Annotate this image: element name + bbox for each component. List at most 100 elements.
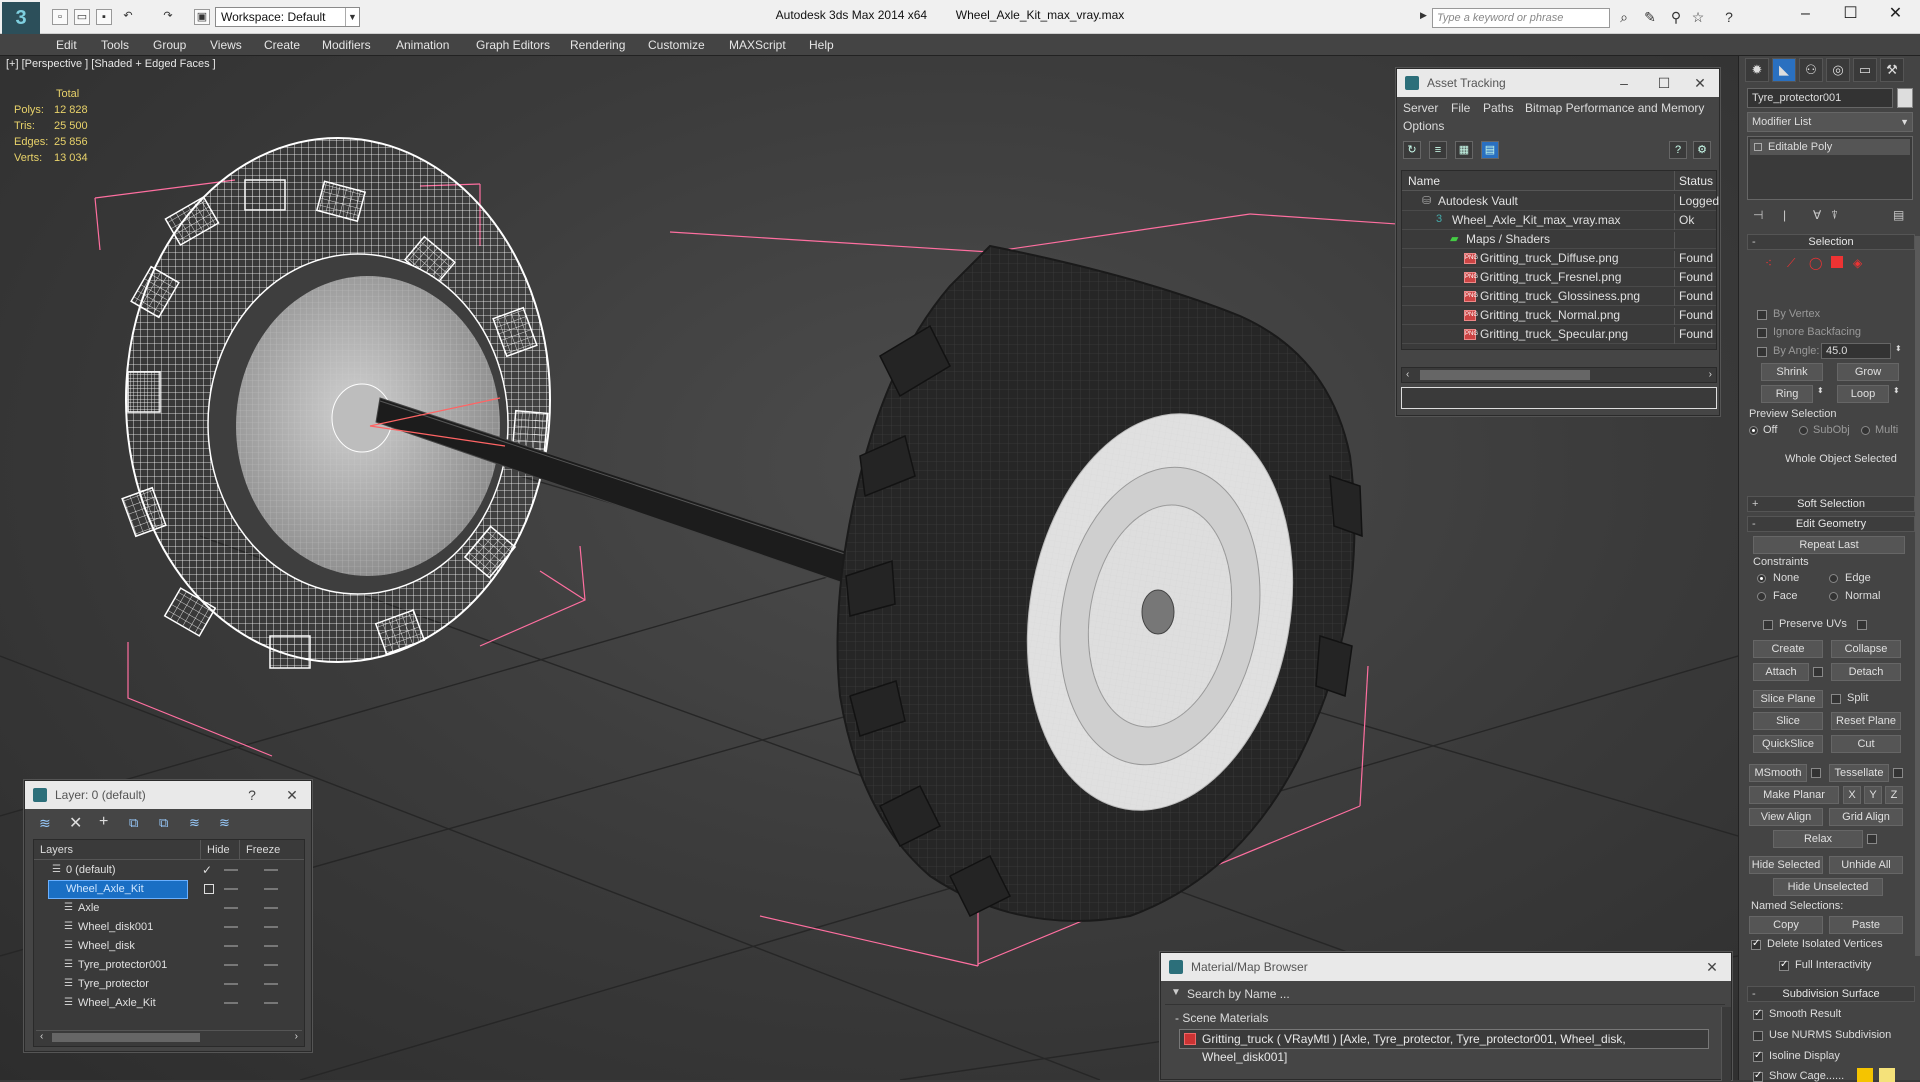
menu-options[interactable]: Options [1403, 119, 1444, 133]
modifier-list-dropdown[interactable]: Modifier List ▼ [1747, 112, 1913, 132]
spinner-arrows-icon[interactable]: ⬍ [1895, 344, 1902, 353]
viewport-label[interactable]: [+] [Perspective ] [Shaded + Edged Faces… [6, 58, 216, 70]
isoline-display-checkbox[interactable] [1753, 1050, 1763, 1062]
relax-button[interactable]: Relax [1773, 830, 1863, 848]
help-icon[interactable]: ? [1720, 9, 1738, 25]
by-vertex-checkbox[interactable] [1757, 310, 1767, 320]
freeze-toggle[interactable] [264, 945, 278, 947]
close-button[interactable]: ✕ [277, 781, 307, 809]
active-layer-check-icon[interactable]: ✓ [202, 863, 212, 877]
communication-icon[interactable]: ⚲ [1667, 9, 1685, 25]
layer-row[interactable]: ☰ 0 (default) ✓ [34, 861, 304, 880]
menu-views[interactable]: Views [210, 34, 242, 56]
stack-item-editable-poly[interactable]: Editable Poly [1750, 139, 1910, 155]
save-icon[interactable]: ▪ [96, 9, 112, 25]
hide-selected-button[interactable]: Hide Selected [1749, 856, 1823, 874]
hide-all-icon[interactable]: ≋ [189, 815, 200, 831]
menu-rendering[interactable]: Rendering [570, 34, 625, 56]
binoculars-icon[interactable]: ⌕ [1615, 9, 1633, 25]
full-interactivity-checkbox[interactable] [1779, 959, 1789, 971]
paste-button[interactable]: Paste [1829, 916, 1903, 934]
planar-x-button[interactable]: X [1843, 786, 1861, 804]
scroll-right-icon[interactable]: › [295, 1031, 298, 1042]
delete-layer-icon[interactable]: ✕ [69, 813, 82, 833]
motion-tab-icon[interactable]: ◎ [1826, 58, 1850, 82]
scroll-thumb[interactable] [1420, 370, 1590, 380]
chevron-down-icon[interactable]: ▼ [1171, 987, 1181, 998]
menu-edit[interactable]: Edit [56, 34, 77, 56]
hide-toggle[interactable] [224, 983, 238, 985]
show-cage-checkbox[interactable] [1753, 1070, 1763, 1082]
scene-materials-group[interactable]: - Scene Materials [1165, 1009, 1715, 1027]
minimize-button[interactable]: – [1609, 69, 1639, 97]
smooth-result-checkbox[interactable] [1753, 1008, 1763, 1020]
preview-off-radio[interactable] [1749, 426, 1758, 435]
project-folder-icon[interactable]: ▣ [194, 9, 210, 25]
maximize-button[interactable]: ☐ [1828, 0, 1873, 30]
freeze-toggle[interactable] [264, 964, 278, 966]
scroll-left-icon[interactable]: ‹ [40, 1031, 43, 1042]
menu-maxscript[interactable]: MAXScript [729, 34, 786, 56]
border-icon[interactable]: ◯ [1809, 256, 1822, 270]
asset-row[interactable]: ⛁ Autodesk Vault Logged [1402, 192, 1719, 211]
create-button[interactable]: Create [1753, 640, 1823, 658]
close-button[interactable]: ✕ [1873, 0, 1918, 30]
asset-row[interactable]: PNG Gritting_truck_Glossiness.png Found [1402, 287, 1716, 306]
help-icon[interactable]: ? [237, 781, 267, 809]
layer-row[interactable]: ☰ Tyre_protector001 [34, 956, 304, 975]
layer-row[interactable]: ☰ Wheel_Axle_Kit [34, 994, 304, 1013]
collapse-button[interactable]: Collapse [1831, 640, 1901, 658]
favorites-star-icon[interactable]: ☆ [1689, 9, 1707, 25]
horizontal-scrollbar[interactable]: ‹ › [36, 1030, 302, 1044]
undo-icon[interactable]: ↶ [120, 9, 136, 25]
tessellate-settings-icon[interactable] [1893, 768, 1903, 778]
reset-plane-button[interactable]: Reset Plane [1831, 712, 1901, 730]
layer-titlebar[interactable]: Layer: 0 (default) ? ✕ [25, 781, 311, 809]
edge-icon[interactable]: ⟋ [1787, 256, 1795, 271]
workspace-dropdown[interactable]: Workspace: Default ▼ [215, 7, 360, 27]
column-hide[interactable]: Hide [200, 840, 230, 860]
element-icon[interactable]: ◈ [1853, 256, 1862, 270]
configure-modifier-sets-icon[interactable]: ▤ [1893, 208, 1904, 222]
ignore-backfacing-checkbox[interactable] [1757, 328, 1767, 338]
menu-customize[interactable]: Customize [648, 34, 705, 56]
menu-tools[interactable]: Tools [101, 34, 129, 56]
expand-icon[interactable] [1754, 143, 1762, 151]
column-layers[interactable]: Layers [40, 844, 73, 856]
material-browser-titlebar[interactable]: Material/Map Browser ✕ [1161, 953, 1731, 981]
preserve-uvs-settings-icon[interactable] [1857, 620, 1867, 630]
maximize-button[interactable]: ☐ [1649, 69, 1679, 97]
menu-graph-editors[interactable]: Graph Editors [476, 34, 550, 56]
asset-tracking-titlebar[interactable]: Asset Tracking – ☐ ✕ [1397, 69, 1719, 97]
scroll-right-icon[interactable]: › [1709, 369, 1712, 380]
settings-icon[interactable]: ⚙ [1693, 141, 1711, 159]
quickslice-button[interactable]: QuickSlice [1753, 735, 1823, 753]
loop-spinner-icon[interactable]: ⬍ [1893, 386, 1900, 395]
search-input[interactable]: Type a keyword or phrase [1432, 8, 1610, 28]
new-layer-icon[interactable]: ≋ [39, 815, 51, 832]
make-unique-icon[interactable]: ∀ [1813, 208, 1821, 222]
thumbnail-view-icon[interactable]: ▦ [1455, 141, 1473, 159]
detach-button[interactable]: Detach [1831, 663, 1901, 681]
view-align-button[interactable]: View Align [1749, 808, 1823, 826]
hide-toggle[interactable] [224, 888, 238, 890]
menu-help[interactable]: Help [809, 34, 834, 56]
constraint-edge-radio[interactable] [1829, 574, 1838, 583]
asset-row[interactable]: PNG Gritting_truck_Diffuse.png Found [1402, 249, 1716, 268]
hide-unselected-button[interactable]: Hide Unselected [1773, 878, 1883, 896]
menu-animation[interactable]: Animation [396, 34, 449, 56]
close-button[interactable]: ✕ [1697, 953, 1727, 981]
freeze-toggle[interactable] [264, 1002, 278, 1004]
asset-row[interactable]: PNG Gritting_truck_Fresnel.png Found [1402, 268, 1716, 287]
hide-toggle[interactable] [224, 945, 238, 947]
preview-subobj-radio[interactable] [1799, 426, 1808, 435]
asset-row[interactable]: PNG Gritting_truck_Normal.png Found [1402, 306, 1716, 325]
layer-row[interactable]: ☰ Wheel_disk [34, 937, 304, 956]
freeze-toggle[interactable] [264, 926, 278, 928]
constraint-none-radio[interactable] [1757, 574, 1766, 583]
display-tab-icon[interactable]: ▭ [1853, 58, 1877, 82]
preserve-uvs-checkbox[interactable] [1763, 620, 1773, 630]
column-name[interactable]: Name [1408, 174, 1440, 188]
constraint-face-radio[interactable] [1757, 592, 1766, 601]
hide-toggle[interactable] [224, 907, 238, 909]
